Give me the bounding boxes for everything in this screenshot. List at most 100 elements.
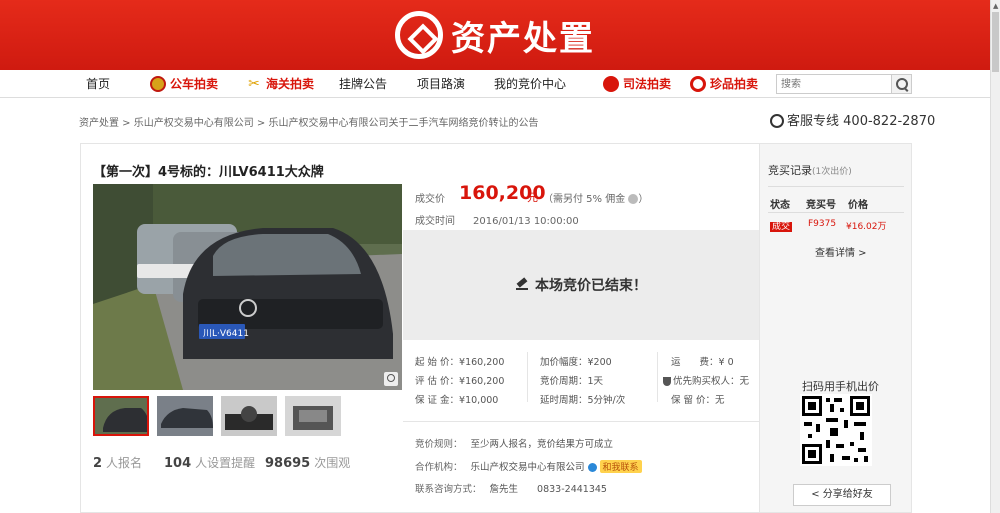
nav-judicial-auction[interactable]: 司法拍卖 (603, 70, 671, 98)
bid-record-title-text: 竞买记录 (768, 164, 812, 177)
nav-listing-notice[interactable]: 挂牌公告 (339, 70, 387, 98)
deal-time-value: 2016/01/13 10:00:00 (473, 216, 579, 227)
qr-code-graphic (800, 394, 872, 466)
search-icon[interactable] (891, 75, 911, 93)
scroll-up-icon[interactable]: ▲ (993, 2, 998, 10)
priority-buyer: 优先购买权人：无 (663, 373, 749, 387)
commission-note: （需另付 5% 佣金 ） (543, 194, 649, 205)
signup-count: 2 (93, 456, 103, 471)
scrollbar-thumb[interactable] (992, 12, 999, 72)
deal-status-badge: 成交 (770, 222, 793, 232)
lot-card: 【第一次】4号标的：川LV6411大众牌 川L·V6411 2 人报名 104 … (80, 143, 912, 513)
start-price: 起 始 价：¥160,200 (415, 357, 505, 368)
logo-text: 资产处置 (451, 18, 595, 59)
logo-mark-icon (395, 11, 443, 59)
priority-buyer-text: 优先购买权人：无 (673, 376, 750, 387)
bid-record-panel: 竞买记录(1次出价) 状态 竞买号 价格 成交 F9375 ¥16.02万 查看… (759, 144, 911, 512)
phone-icon (770, 113, 784, 128)
shield-icon (663, 377, 671, 386)
param-divider (657, 352, 658, 402)
search-input[interactable] (777, 75, 891, 93)
bid-count-note: (1次出价) (812, 167, 852, 177)
thumbnail-image (95, 398, 147, 434)
nav-home[interactable]: 首页 (86, 70, 110, 98)
consult-label: 联系咨询方式： (415, 484, 482, 495)
breadcrumb-item[interactable]: 乐山产权交易中心有限公司关于二手汽车网络竞价转让的公告 (269, 118, 539, 129)
freight: 运 费：¥ 0 (671, 357, 734, 368)
thumbnail-3[interactable] (221, 396, 277, 436)
breadcrumb-separator: > (119, 118, 134, 129)
qq-icon[interactable] (587, 463, 597, 472)
record-header-bidder: 竞买号 (806, 200, 836, 211)
signup-stat: 2 人报名 (93, 454, 142, 471)
deal-time-row: 成交时间 2016/01/13 10:00:00 (415, 212, 579, 227)
auction-ended-banner: 本场竞价已结束！ (403, 230, 759, 340)
breadcrumb-separator: > (253, 118, 269, 129)
nav-roadshow-label: 项目路演 (417, 77, 466, 91)
search-box (776, 74, 912, 94)
site-logo[interactable]: 资产处置 (395, 11, 595, 60)
param-divider (527, 352, 528, 402)
view-details-link[interactable]: 查看详情 > (815, 244, 867, 259)
thumbnail-image (285, 396, 341, 436)
contact-me-button[interactable]: 和我联系 (599, 460, 642, 473)
nav-my-bids-label: 我的竞价中心 (494, 77, 567, 91)
breadcrumb: 资产处置 > 乐山产权交易中心有限公司 > 乐山产权交易中心有限公司关于二手汽车… (79, 114, 539, 129)
thumbnail-1[interactable] (93, 396, 149, 436)
deposit: 保 证 金：¥10,000 (415, 395, 499, 406)
nav-official-car-auction[interactable]: 公车拍卖 (150, 70, 218, 98)
qr-code (800, 394, 872, 466)
commission-note-text: （需另付 5% 佣金 (543, 194, 626, 205)
nav-treasure-label: 珍品拍卖 (710, 77, 759, 91)
thumbnail-image (157, 396, 213, 436)
emblem-icon (150, 75, 166, 92)
license-plate-text: 川L·V6411 (203, 329, 249, 339)
gavel-icon (515, 278, 529, 292)
thumbnail-2[interactable] (157, 396, 213, 436)
nav-my-bids[interactable]: 我的竞价中心 (494, 70, 566, 98)
bid-record-title: 竞买记录(1次出价) (768, 162, 852, 178)
nav-roadshow[interactable]: 项目路演 (417, 70, 465, 98)
help-icon[interactable] (628, 194, 639, 204)
breadcrumb-item[interactable]: 资产处置 (79, 118, 119, 129)
thumbnail-4[interactable] (285, 396, 341, 436)
nav-listing-label: 挂牌公告 (339, 77, 388, 91)
nav-customs-label: 海关拍卖 (266, 77, 315, 91)
bid-increment: 加价幅度：¥200 (540, 357, 612, 368)
nav-treasure-auction[interactable]: 珍品拍卖 (690, 70, 758, 98)
view-stat: 98695 次围观 (265, 454, 350, 471)
hotline-number: 400-822-2870 (843, 114, 936, 129)
nav-home-label: 首页 (86, 77, 111, 91)
photo-thumbnails (93, 396, 402, 436)
nav-customs-auction[interactable]: ✂ 海关拍卖 (246, 70, 314, 98)
delay-cycle: 延时周期：5分钟/次 (540, 395, 626, 406)
remind-stat: 104 人设置提醒 (164, 454, 255, 471)
appraisal-price: 评 估 价：¥160,200 (415, 376, 505, 387)
panel-divider (768, 186, 904, 187)
consult-phone: 0833-2441345 (537, 484, 607, 495)
partner-org: 合作机构： 乐山产权交易中心有限公司 和我联系 (415, 459, 642, 473)
partner-org-name[interactable]: 乐山产权交易中心有限公司 (471, 462, 585, 473)
zoom-icon[interactable] (384, 372, 398, 386)
car-photo-illustration: 川L·V6411 (93, 184, 402, 390)
breadcrumb-item[interactable]: 乐山产权交易中心有限公司 (134, 118, 254, 129)
deal-price-label: 成交价 (415, 194, 445, 205)
record-price: ¥16.02万 (846, 222, 887, 232)
price-unit: 元 (527, 191, 538, 204)
view-count: 98695 (265, 456, 311, 471)
consult-contact: 联系咨询方式： 詹先生 0833-2441345 (415, 481, 607, 495)
auction-ended-text: 本场竞价已结束！ (535, 278, 647, 294)
top-banner: 资产处置 (0, 0, 990, 70)
court-icon (603, 75, 619, 92)
share-to-friends-button[interactable]: < 分享给好友 (793, 484, 891, 506)
bid-cycle: 竞价周期：1天 (540, 376, 604, 387)
nav-official-car-label: 公车拍卖 (170, 77, 219, 91)
main-car-photo[interactable]: 川L·V6411 (93, 184, 402, 390)
customer-hotline: 客服专线 400-822-2870 (770, 110, 935, 129)
bid-rule-label: 竞价规则： (415, 439, 463, 450)
hotline-label: 客服专线 (787, 114, 840, 129)
customs-icon: ✂ (248, 75, 260, 92)
deal-time-label: 成交时间 (415, 216, 455, 227)
nav-judicial-label: 司法拍卖 (623, 77, 672, 91)
page-scrollbar[interactable]: ▲ (990, 0, 1000, 513)
